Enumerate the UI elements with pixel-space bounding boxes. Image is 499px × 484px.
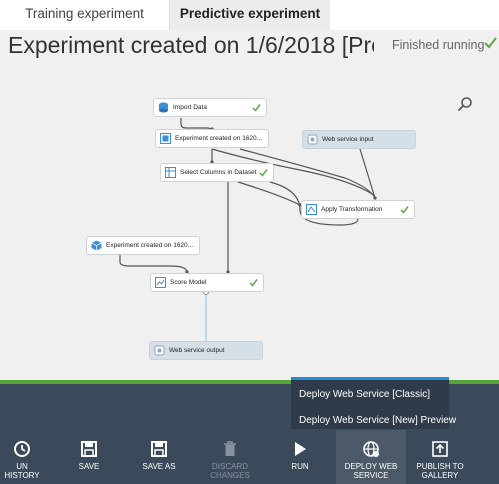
database-icon bbox=[159, 102, 168, 113]
deploy-web-service-label-line2: SERVICE bbox=[353, 471, 389, 480]
check-icon bbox=[259, 169, 268, 177]
tab-training-experiment[interactable]: Training experiment bbox=[0, 0, 170, 30]
node-web-service-input[interactable]: Web service input bbox=[302, 130, 416, 149]
check-icon bbox=[484, 37, 497, 49]
deploy-web-service-menu: Deploy Web Service [Classic] Deploy Web … bbox=[291, 377, 456, 429]
menu-item-deploy-classic[interactable]: Deploy Web Service [Classic] bbox=[299, 389, 430, 400]
node-web-service-output[interactable]: Web service output bbox=[149, 341, 263, 360]
publish-to-gallery-label-line1: PUBLISH TO bbox=[416, 462, 464, 471]
node-select-columns[interactable]: Select Columns in Dataset bbox=[160, 163, 274, 182]
status-text: Finished running bbox=[392, 38, 485, 52]
node-experiment-top[interactable]: Experiment created on 1620... bbox=[155, 129, 269, 148]
save-as-label: SAVE AS bbox=[142, 462, 176, 471]
transform-icon bbox=[306, 204, 317, 215]
score-icon bbox=[155, 277, 166, 288]
tab-bar: Training experiment Predictive experimen… bbox=[0, 0, 499, 30]
globe-icon bbox=[363, 441, 379, 457]
node-label: Web service input bbox=[322, 136, 374, 143]
save-as-icon bbox=[151, 441, 167, 457]
command-bar: UN HISTORY SAVE SAVE AS DISCARD CHANGES … bbox=[0, 430, 499, 484]
node-label: Experiment created on 1620... bbox=[106, 242, 194, 249]
node-label: Import Data bbox=[173, 104, 207, 111]
check-icon bbox=[249, 279, 258, 287]
save-button[interactable]: SAVE bbox=[66, 430, 112, 484]
node-experiment-left[interactable]: Experiment created on 1620... bbox=[86, 236, 200, 255]
node-label: Experiment created on 1620... bbox=[175, 135, 263, 142]
check-icon bbox=[252, 104, 261, 112]
search-icon[interactable] bbox=[457, 96, 473, 112]
node-label: Apply Transformation bbox=[321, 206, 383, 213]
title-row: Experiment created on 1/6/2018 [Pred Fin… bbox=[0, 30, 499, 66]
check-icon bbox=[400, 206, 409, 214]
publish-to-gallery-label-line2: GALLERY bbox=[421, 471, 459, 480]
tab-predictive-experiment[interactable]: Predictive experiment bbox=[170, 0, 330, 30]
model-icon bbox=[160, 133, 171, 144]
deploy-web-service-button[interactable]: DEPLOY WEB SERVICE bbox=[336, 430, 406, 484]
deploy-web-service-label-line1: DEPLOY WEB bbox=[344, 462, 398, 471]
discard-changes-label: DISCARD CHANGES bbox=[210, 462, 250, 480]
save-as-button[interactable]: SAVE AS bbox=[136, 430, 182, 484]
trash-icon bbox=[224, 441, 236, 456]
table-icon bbox=[165, 167, 176, 178]
node-import-data[interactable]: Import Data bbox=[153, 98, 267, 117]
save-icon bbox=[81, 441, 97, 457]
node-score-model[interactable]: Score Model bbox=[150, 273, 264, 292]
web-service-icon bbox=[307, 134, 318, 145]
cube-icon bbox=[91, 240, 102, 251]
publish-to-gallery-button[interactable]: PUBLISH TO GALLERY bbox=[412, 430, 468, 484]
run-button[interactable]: RUN bbox=[280, 430, 320, 484]
page-title[interactable]: Experiment created on 1/6/2018 [Pred bbox=[8, 32, 374, 59]
menu-item-deploy-new-preview[interactable]: Deploy Web Service [New] Preview bbox=[299, 415, 456, 426]
history-icon bbox=[14, 441, 30, 457]
node-label: Score Model bbox=[170, 279, 207, 286]
publish-icon bbox=[432, 441, 448, 457]
run-history-button[interactable]: UN HISTORY bbox=[0, 430, 44, 484]
run-label: RUN bbox=[291, 462, 309, 471]
node-label: Web service output bbox=[169, 347, 225, 354]
save-label: SAVE bbox=[78, 462, 100, 471]
node-label: Select Columns in Dataset bbox=[180, 169, 257, 176]
discard-changes-button[interactable]: DISCARD CHANGES bbox=[194, 430, 266, 484]
web-service-icon bbox=[154, 345, 165, 356]
play-icon bbox=[295, 442, 306, 456]
run-history-label: UN HISTORY bbox=[4, 462, 40, 480]
node-apply-transformation[interactable]: Apply Transformation bbox=[301, 200, 415, 219]
